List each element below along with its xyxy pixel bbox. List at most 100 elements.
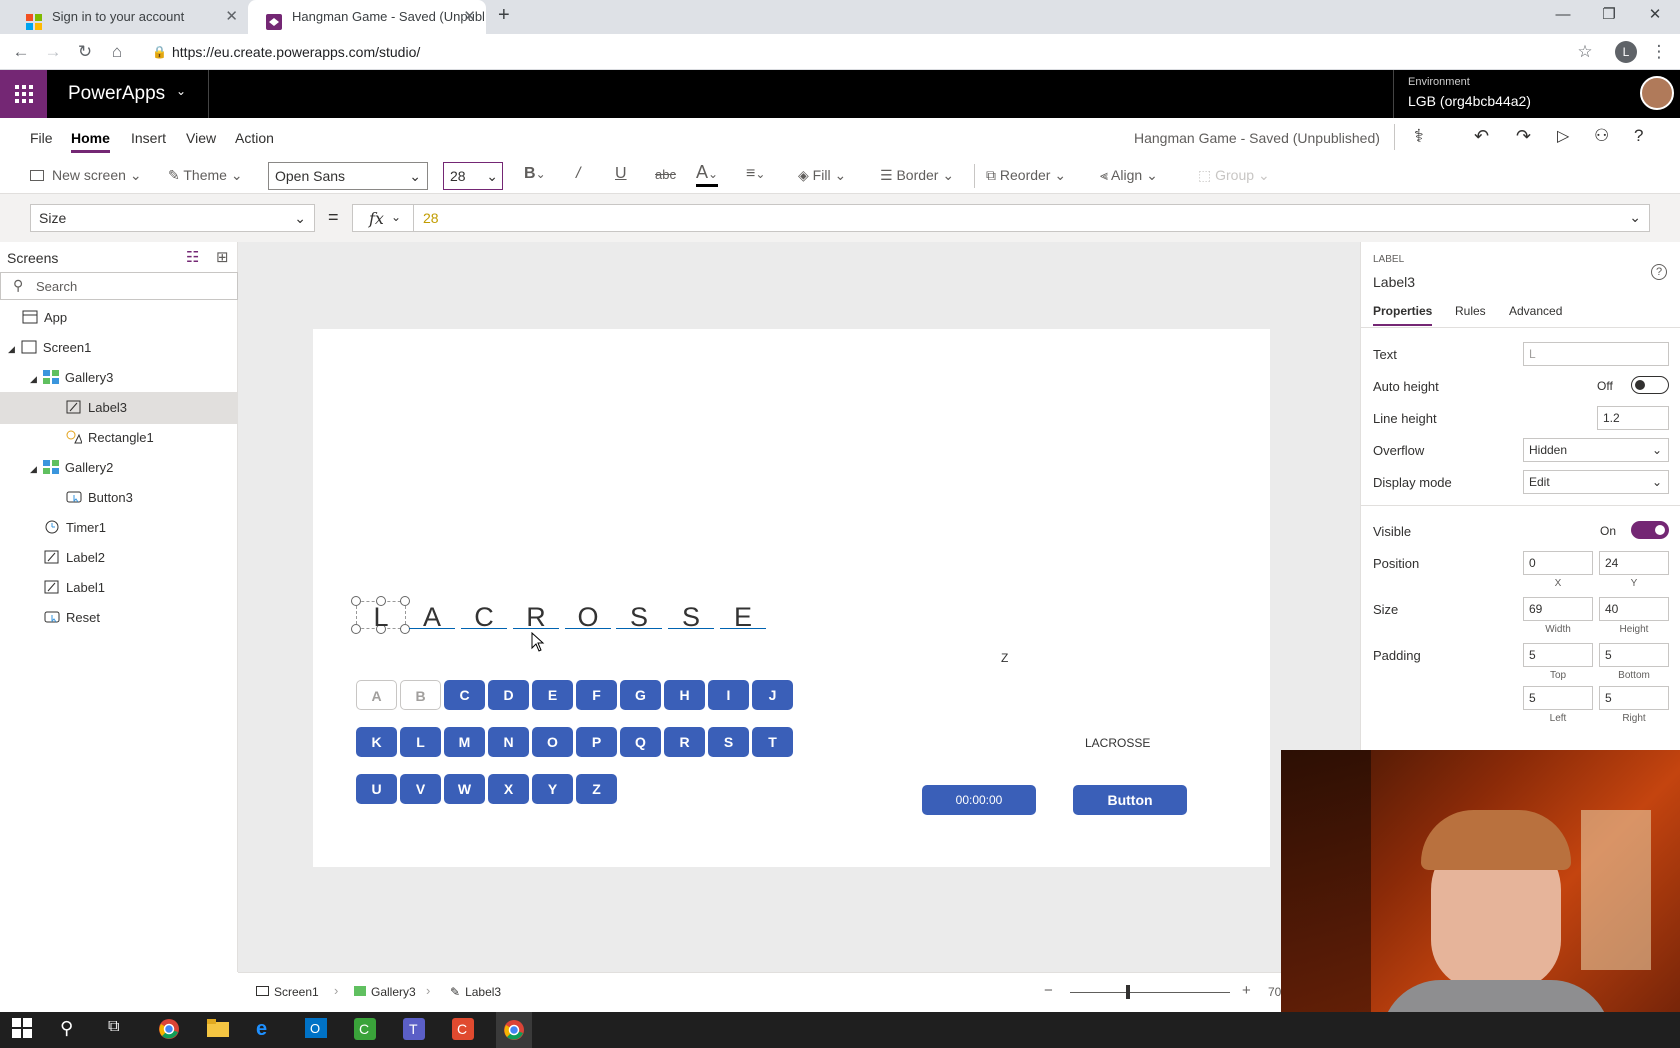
minimize-icon[interactable]: — xyxy=(1540,0,1586,30)
windows-start-icon[interactable] xyxy=(12,1018,36,1042)
chevron-down-icon[interactable]: ⌄ xyxy=(176,84,186,98)
formula-input[interactable]: fx ⌄ 28 ⌄ xyxy=(352,204,1650,232)
key-button[interactable]: T xyxy=(752,727,793,757)
align-button[interactable]: ⫷ Align ⌄ xyxy=(1100,167,1158,184)
breadcrumb-label3[interactable]: ✎ Label3 xyxy=(450,985,501,999)
reset-button[interactable]: Button xyxy=(1073,785,1187,815)
menu-insert[interactable]: Insert xyxy=(131,130,166,146)
menu-view[interactable]: View xyxy=(186,130,216,146)
key-button[interactable]: R xyxy=(664,727,705,757)
tree-item-label3[interactable]: Label3 xyxy=(0,392,238,424)
profile-avatar[interactable]: L xyxy=(1615,41,1637,63)
bold-icon[interactable]: B⌄ xyxy=(524,165,546,183)
key-button[interactable]: N xyxy=(488,727,529,757)
app-launcher-icon[interactable] xyxy=(0,70,47,118)
key-button[interactable]: P xyxy=(576,727,617,757)
key-button[interactable]: O xyxy=(532,727,573,757)
key-button[interactable]: Z xyxy=(576,774,617,804)
width-input[interactable]: 69 xyxy=(1523,597,1593,621)
key-button[interactable]: D xyxy=(488,680,529,710)
back-icon[interactable]: ← xyxy=(8,40,34,64)
align-text-icon[interactable]: ≡⌄ xyxy=(746,165,765,183)
control-name[interactable]: Label3 xyxy=(1373,274,1415,290)
menu-home[interactable]: Home xyxy=(71,130,110,153)
auto-height-toggle[interactable] xyxy=(1631,376,1669,394)
padding-left-input[interactable]: 5 xyxy=(1523,686,1593,710)
close-window-icon[interactable]: ✕ xyxy=(1632,0,1678,30)
collapse-triangle-icon[interactable]: ◢ xyxy=(8,344,15,354)
tree-item-timer1[interactable]: Timer1 xyxy=(0,512,238,544)
overflow-select[interactable]: Hidden ⌄ xyxy=(1523,438,1669,462)
search-icon[interactable]: ⚲ xyxy=(60,1018,84,1042)
user-avatar[interactable] xyxy=(1640,76,1674,110)
reorder-button[interactable]: ⧉ Reorder ⌄ xyxy=(986,167,1066,184)
outlook-icon[interactable]: O xyxy=(305,1018,329,1042)
key-button[interactable]: S xyxy=(708,727,749,757)
key-button[interactable]: K xyxy=(356,727,397,757)
tree-item-rectangle1[interactable]: Rectangle1 xyxy=(0,422,238,454)
share-user-icon[interactable]: ⚇ xyxy=(1594,126,1609,146)
zoom-in-icon[interactable]: + xyxy=(1242,982,1251,999)
key-button[interactable]: X xyxy=(488,774,529,804)
tab-properties[interactable]: Properties xyxy=(1373,304,1433,326)
reload-icon[interactable]: ↻ xyxy=(72,40,98,64)
visible-toggle[interactable] xyxy=(1631,521,1669,539)
strikethrough-icon[interactable]: abc xyxy=(655,167,676,182)
tab-advanced[interactable]: Advanced xyxy=(1509,304,1562,318)
stethoscope-icon[interactable]: ⚕ xyxy=(1414,126,1424,147)
theme-button[interactable]: ✎ Theme ⌄ xyxy=(168,167,243,184)
breadcrumb-gallery3[interactable]: Gallery3 xyxy=(354,985,416,999)
group-button[interactable]: ⬚ Group ⌄ xyxy=(1198,167,1270,184)
file-explorer-icon[interactable] xyxy=(207,1018,231,1042)
restore-icon[interactable]: ❐ xyxy=(1586,0,1632,30)
tree-item-button3[interactable]: Button3 xyxy=(0,482,238,514)
underline-icon[interactable]: U xyxy=(615,165,627,183)
font-family-select[interactable]: Open Sans ⌄ xyxy=(268,162,428,190)
camtasia-recorder-icon[interactable]: C xyxy=(452,1018,476,1042)
expand-formula-icon[interactable]: ⌄ xyxy=(1629,209,1641,226)
property-select[interactable]: Size ⌄ xyxy=(30,204,315,232)
position-x-input[interactable]: 0 xyxy=(1523,551,1593,575)
help-icon[interactable]: ? xyxy=(1634,126,1643,146)
zoom-slider-thumb[interactable] xyxy=(1126,985,1130,999)
display-mode-select[interactable]: Edit ⌄ xyxy=(1523,470,1669,494)
guessed-letter-label[interactable]: Z xyxy=(1001,651,1008,665)
tree-item-screen1[interactable]: ◢ Screen1 xyxy=(0,332,238,364)
environment-name[interactable]: LGB (org4bcb44a2) xyxy=(1408,93,1531,109)
key-button[interactable]: G xyxy=(620,680,661,710)
tree-item-gallery2[interactable]: ◢ Gallery2 xyxy=(0,452,238,484)
chrome-icon[interactable] xyxy=(158,1018,182,1042)
new-screen-button[interactable]: New screen ⌄ xyxy=(30,167,142,184)
redo-icon[interactable]: ↷ xyxy=(1516,126,1531,147)
key-button[interactable]: L xyxy=(400,727,441,757)
word-letter[interactable]: L xyxy=(359,602,403,633)
position-y-input[interactable]: 24 xyxy=(1599,551,1669,575)
zoom-out-icon[interactable]: − xyxy=(1044,982,1053,999)
brand-title[interactable]: PowerApps xyxy=(68,83,165,105)
browser-tab-signin[interactable]: Sign in to your account ✕ xyxy=(8,0,248,34)
play-icon[interactable]: ▷ xyxy=(1557,126,1569,146)
line-height-input[interactable]: 1.2 xyxy=(1597,406,1669,430)
tab-rules[interactable]: Rules xyxy=(1455,304,1486,318)
browser-menu-icon[interactable]: ⋮ xyxy=(1646,40,1672,64)
key-button[interactable]: C xyxy=(444,680,485,710)
font-color-icon[interactable]: A⌄ xyxy=(696,162,719,187)
undo-icon[interactable]: ↶ xyxy=(1474,126,1489,147)
key-button[interactable]: W xyxy=(444,774,485,804)
teams-icon[interactable]: T xyxy=(403,1018,427,1042)
key-button[interactable]: B xyxy=(400,680,441,710)
collapse-triangle-icon[interactable]: ◢ xyxy=(30,464,37,474)
menu-file[interactable]: File xyxy=(30,130,53,146)
home-icon[interactable]: ⌂ xyxy=(104,40,130,64)
key-button[interactable]: Y xyxy=(532,774,573,804)
internet-explorer-icon[interactable]: e xyxy=(256,1018,280,1042)
tree-item-label2[interactable]: Label2 xyxy=(0,542,238,574)
zoom-slider[interactable] xyxy=(1070,992,1230,993)
padding-top-input[interactable]: 5 xyxy=(1523,643,1593,667)
padding-right-input[interactable]: 5 xyxy=(1599,686,1669,710)
tree-item-gallery3[interactable]: ◢ Gallery3 xyxy=(0,362,238,394)
key-button[interactable]: A xyxy=(356,680,397,710)
key-button[interactable]: M xyxy=(444,727,485,757)
bookmark-star-icon[interactable]: ☆ xyxy=(1572,40,1598,64)
thumbnail-view-icon[interactable]: ⊞ xyxy=(216,248,229,266)
